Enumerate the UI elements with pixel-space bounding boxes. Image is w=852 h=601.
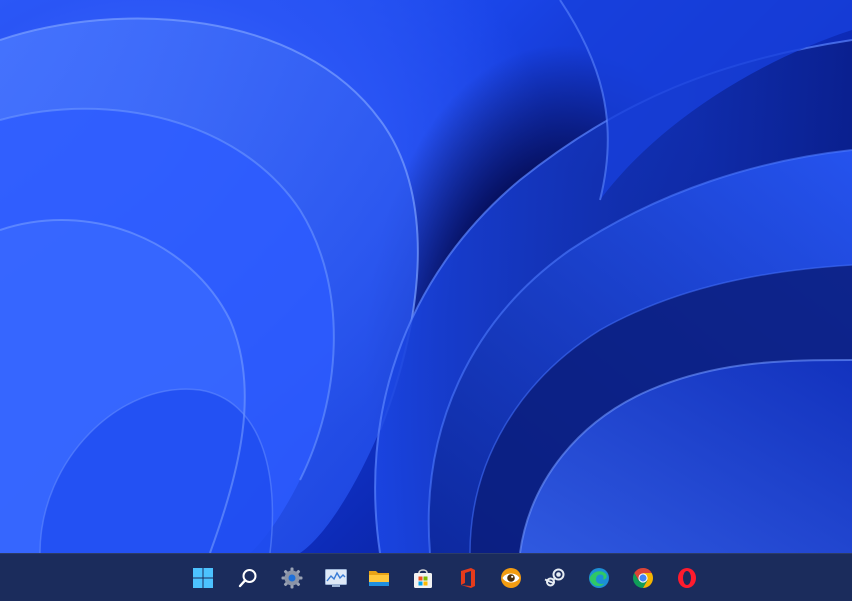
opera-icon xyxy=(678,568,696,588)
microsoft-store-button[interactable] xyxy=(410,565,436,591)
edge-button[interactable] xyxy=(586,565,612,591)
task-manager-button[interactable] xyxy=(323,565,349,591)
windows-logo-icon xyxy=(193,568,213,588)
monitor-graph-icon xyxy=(325,569,347,587)
gear-icon xyxy=(281,567,303,589)
eye-app-button[interactable] xyxy=(498,565,524,591)
chrome-icon xyxy=(633,568,653,588)
steam-icon xyxy=(544,568,565,587)
steam-button[interactable] xyxy=(542,565,568,591)
taskbar xyxy=(0,553,852,601)
wallpaper-bloom xyxy=(0,0,852,553)
file-explorer-button[interactable] xyxy=(366,565,392,591)
chrome-button[interactable] xyxy=(630,565,656,591)
settings-button[interactable] xyxy=(279,565,305,591)
opera-button[interactable] xyxy=(674,565,700,591)
folder-icon xyxy=(369,571,389,586)
search-icon xyxy=(238,569,257,588)
edge-icon xyxy=(589,568,609,588)
office-icon xyxy=(461,568,475,588)
start-button[interactable] xyxy=(190,565,216,591)
store-bag-icon xyxy=(414,569,432,588)
eye-icon xyxy=(501,568,521,588)
office-button[interactable] xyxy=(455,565,481,591)
search-button[interactable] xyxy=(235,565,261,591)
desktop[interactable] xyxy=(0,0,852,601)
